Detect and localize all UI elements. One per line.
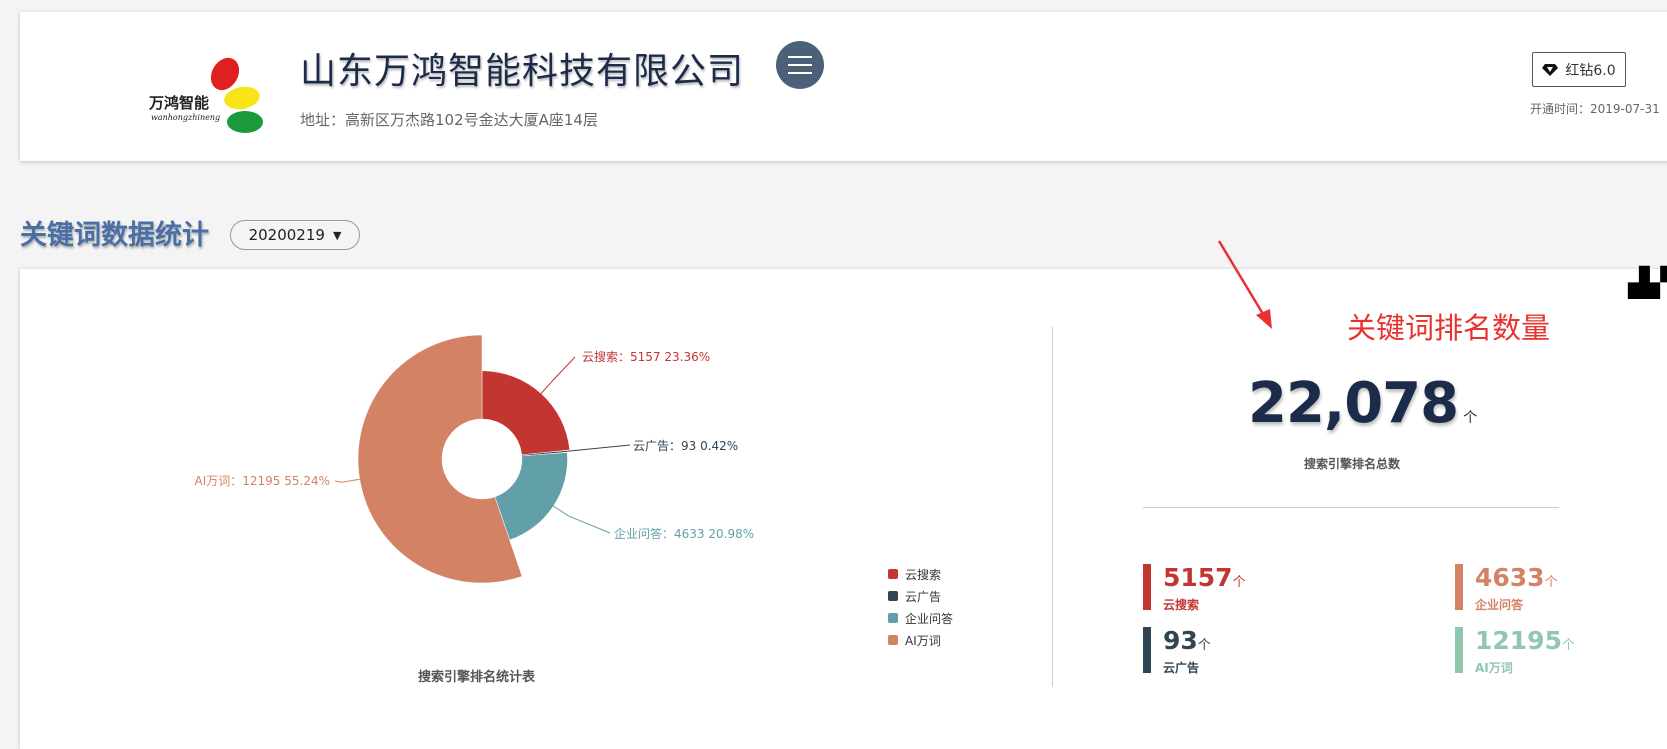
total-count: 22,078 <box>1248 371 1459 436</box>
header-card: 万鸿智能 wanhongzhineng 山东万鸿智能科技有限公司 地址：高新区万… <box>20 12 1667 161</box>
pie-slice-enterprise-qa[interactable] <box>494 452 568 541</box>
label-leader-line <box>334 478 360 483</box>
open-time: 开通时间：2019-07-31 <box>1530 102 1660 116</box>
legend-item-cloud-ad[interactable]: 云广告 <box>888 585 953 607</box>
label-leader-line <box>553 505 611 534</box>
total-unit: 个 <box>1463 410 1478 426</box>
annotation-arrow-icon <box>1217 240 1272 329</box>
legend-label: 云搜索 <box>905 567 942 582</box>
stat-value: 5157 <box>1163 563 1233 592</box>
legend-swatch <box>888 613 898 623</box>
stat-enterprise-qa: 4633个 企业问答 <box>1455 563 1558 612</box>
stat-value: 4633 <box>1475 563 1545 592</box>
company-title: 山东万鸿智能科技有限公司 <box>300 51 745 92</box>
chart-title: 搜索引擎排名统计表 <box>418 670 536 685</box>
stat-value: 93 <box>1163 626 1198 655</box>
total-caption: 搜索引擎排名总数 <box>1304 457 1401 471</box>
diamond-icon <box>1542 63 1559 76</box>
stat-value: 12195 <box>1475 626 1562 655</box>
legend-label: 企业问答 <box>905 611 954 626</box>
slice-label-ai-words: AI万词：12195 55.24% <box>195 474 331 488</box>
slice-label-cloud-search: 云搜索：5157 23.36% <box>582 349 710 364</box>
vertical-divider <box>1052 327 1053 687</box>
stat-cloud-ad: 93个 云广告 <box>1143 626 1211 675</box>
legend-item-cloud-search[interactable]: 云搜索 <box>888 563 953 585</box>
legend-swatch <box>888 591 898 601</box>
stat-label: 企业问答 <box>1475 598 1524 612</box>
legend-label: 云广告 <box>905 589 942 604</box>
slice-label-cloud-ad: 云广告：93 0.42% <box>633 439 738 453</box>
hamburger-icon-line <box>788 72 812 74</box>
legend-item-ai-words[interactable]: AI万词 <box>888 629 953 651</box>
vip-level-button[interactable]: 红钻6.0 <box>1532 52 1626 87</box>
statistics-card: 云搜索：5157 23.36% 云广告：93 0.42% 企业问答：4633 20.… <box>20 240 1667 749</box>
legend-swatch <box>888 569 898 579</box>
qr-code-icon[interactable]: ▟▞ <box>1628 266 1667 299</box>
annotation-label: 关键词排名数量 <box>1347 311 1551 345</box>
stat-label: 云广告 <box>1163 661 1200 675</box>
legend-item-enterprise-qa[interactable]: 企业问答 <box>888 607 953 629</box>
logo-pinyin: wanhongzhineng <box>151 113 220 122</box>
chart-legend: 云搜索 云广告 企业问答 AI万词 <box>888 563 953 651</box>
stat-ai-words: 12195个 AI万词 <box>1455 626 1575 675</box>
stat-unit: 个 <box>1561 638 1575 653</box>
vip-label: 红钻6.0 <box>1565 62 1616 79</box>
hamburger-icon-line <box>788 64 812 66</box>
hamburger-icon-line <box>788 56 812 58</box>
pie-chart: 云搜索：5157 23.36% 云广告：93 0.42% 企业问答：4633 20.… <box>195 334 754 584</box>
date-select[interactable]: 20200219 ▼ <box>230 220 360 250</box>
section-title: 关键词数据统计 <box>20 220 209 251</box>
stat-unit: 个 <box>1232 575 1246 590</box>
stat-label: 云搜索 <box>1163 598 1200 612</box>
slice-label-enterprise-qa: 企业问答：4633 20.98% <box>614 526 754 541</box>
total-block: 22,078 个 <box>1248 371 1477 436</box>
stat-unit: 个 <box>1544 575 1558 590</box>
date-select-value: 20200219 <box>248 226 325 244</box>
label-leader-line <box>540 356 576 394</box>
company-logo: 万鸿智能 wanhongzhineng <box>135 48 275 138</box>
company-address: 地址：高新区万杰路102号金达大厦A座14层 <box>300 111 598 129</box>
legend-swatch <box>888 635 898 645</box>
stat-unit: 个 <box>1197 638 1211 653</box>
legend-label: AI万词 <box>905 633 941 648</box>
logo-text: 万鸿智能 <box>148 94 209 112</box>
menu-button[interactable] <box>776 41 824 89</box>
stat-label: AI万词 <box>1475 661 1513 675</box>
horizontal-divider <box>1143 507 1559 508</box>
pie-slice-cloud-search[interactable] <box>481 370 571 456</box>
stat-cloud-search: 5157个 云搜索 <box>1143 563 1246 612</box>
caret-down-icon: ▼ <box>332 228 342 242</box>
